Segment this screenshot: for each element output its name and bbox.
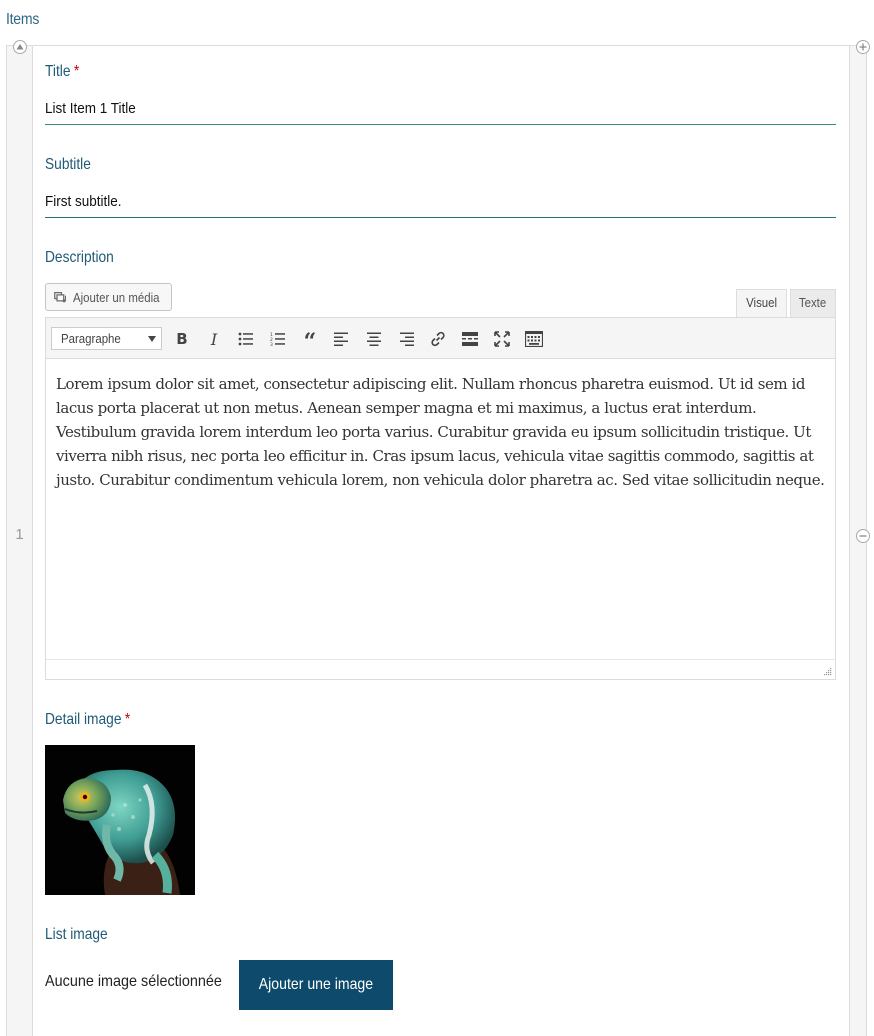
add-image-button[interactable]: Ajouter une image [239,960,393,1010]
editor-statusbar [46,659,835,679]
bullet-list-icon[interactable] [234,327,258,351]
subtitle-value: First subtitle. [45,193,122,210]
no-image-text: Aucune image sélectionnée [45,973,222,990]
svg-text:3: 3 [270,342,273,346]
rich-text-editor: Paragraphe B I 123 “ Lorem ipsum dolor s… [45,317,836,680]
subtitle-label: Subtitle [45,156,91,173]
subtitle-input[interactable]: First subtitle. [45,188,836,218]
italic-icon[interactable]: I [202,327,226,351]
media-icon [54,291,66,302]
row-fields: Title * List Item 1 Title Subtitle First … [33,46,849,1036]
description-label: Description [45,249,114,266]
align-center-icon[interactable] [362,327,386,351]
align-left-icon[interactable] [330,327,354,351]
read-more-icon[interactable] [458,327,482,351]
tab-text[interactable]: Texte [790,289,836,317]
title-label: Title * [45,63,80,80]
fullscreen-icon[interactable] [490,327,514,351]
required-marker: * [124,711,131,728]
items-heading: Items [6,11,40,28]
list-image-label: List image [45,926,108,943]
add-media-button[interactable]: Ajouter un média [45,283,172,311]
lizard-image [45,745,195,895]
link-icon[interactable] [426,327,450,351]
add-media-label: Ajouter un média [72,289,160,305]
format-select[interactable]: Paragraphe [51,327,162,350]
editor-content[interactable]: Lorem ipsum dolor sit amet, consectetur … [56,372,828,492]
detail-image-thumbnail[interactable] [45,745,195,895]
tab-visual[interactable]: Visuel [736,289,787,317]
repeater-row: 1 Title * List Item 1 Title Subtitle Firs… [6,40,870,1036]
add-row-icon[interactable] [856,40,870,54]
toolbar-toggle-icon[interactable] [522,327,546,351]
collapse-row-icon[interactable] [13,40,27,54]
align-right-icon[interactable] [394,327,418,351]
resize-handle-icon[interactable] [823,667,832,676]
title-value: List Item 1 Title [45,100,136,117]
blockquote-icon[interactable]: “ [298,327,322,353]
chevron-down-icon [148,336,156,342]
detail-image-label: Detail image * [45,711,131,728]
editor-toolbar: Paragraphe B I 123 “ [46,318,835,359]
row-number: 1 [15,526,24,543]
required-marker: * [73,63,80,80]
bold-icon[interactable]: B [170,327,194,351]
title-input[interactable]: List Item 1 Title [45,95,836,125]
remove-row-icon[interactable] [856,529,870,543]
numbered-list-icon[interactable]: 123 [266,327,290,351]
row-drag-handle[interactable]: 1 [7,46,33,1036]
